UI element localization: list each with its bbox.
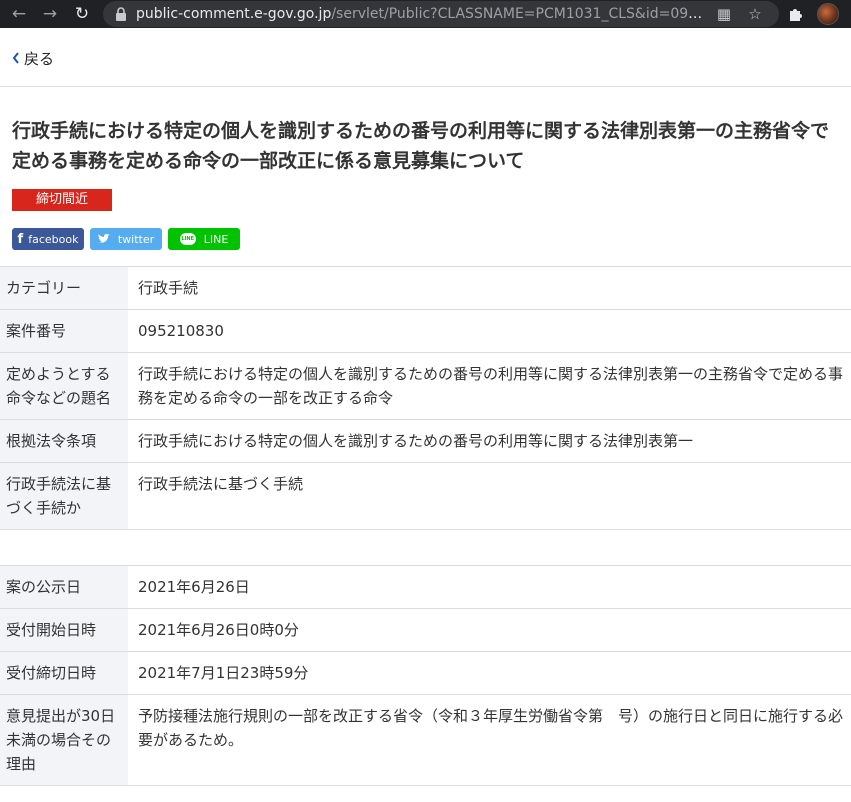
url-host: public-comment.e-gov.go.jp <box>136 6 332 22</box>
row-value: 095210830 <box>128 309 851 353</box>
row-label: 行政手続法に基づく手続か <box>0 462 128 530</box>
row-label: 根拠法令条項 <box>0 419 128 463</box>
schedule-info-table: 案の公示日 2021年6月26日 受付開始日時 2021年6月26日0時0分 受… <box>0 565 851 786</box>
table-row: 案の公示日 2021年6月26日 <box>0 565 851 609</box>
url-path: /servlet/Public?CLASSNAME=PCM1031_CLS&id… <box>331 6 706 22</box>
twitter-share-button[interactable]: twitter <box>90 228 162 250</box>
row-label: 意見提出が30日未満の場合その理由 <box>0 694 128 786</box>
row-label: 案の公示日 <box>0 565 128 609</box>
row-value: 行政手続における特定の個人を識別するための番号の利用等に関する法律別表第一の主務… <box>128 352 851 420</box>
line-label: LINE <box>203 232 229 246</box>
row-label: 定めようとする命令などの題名 <box>0 352 128 420</box>
row-label: カテゴリー <box>0 266 128 310</box>
row-value: 行政手続法に基づく手続 <box>128 462 851 530</box>
browser-toolbar: ← → ↻ public-comment.e-gov.go.jp/servlet… <box>0 0 851 28</box>
row-label: 案件番号 <box>0 309 128 353</box>
row-value: 行政手続における特定の個人を識別するための番号の利用等に関する法律別表第一 <box>128 419 851 463</box>
table-row: 定めようとする命令などの題名 行政手続における特定の個人を識別するための番号の利… <box>0 352 851 420</box>
url-text[interactable]: public-comment.e-gov.go.jp/servlet/Publi… <box>136 5 706 23</box>
row-value: 2021年6月26日 <box>128 565 851 609</box>
table-row: 行政手続法に基づく手続か 行政手続法に基づく手続 <box>0 462 851 530</box>
table-row: 根拠法令条項 行政手続における特定の個人を識別するための番号の利用等に関する法律… <box>0 419 851 463</box>
row-label: 受付締切日時 <box>0 651 128 695</box>
line-icon: LINE <box>179 233 196 245</box>
table-row: カテゴリー 行政手続 <box>0 266 851 310</box>
qr-code-icon[interactable]: ▦ <box>715 5 733 23</box>
back-label: 戻る <box>24 49 55 68</box>
table-row: 意見提出が30日未満の場合その理由 予防接種法施行規則の一部を改正する省令（令和… <box>0 694 851 786</box>
forward-arrow-icon[interactable]: → <box>39 3 61 25</box>
twitter-bird-icon <box>97 234 110 243</box>
divider <box>0 86 851 87</box>
row-label: 受付開始日時 <box>0 608 128 652</box>
profile-avatar[interactable] <box>817 3 839 25</box>
row-value: 予防接種法施行規則の一部を改正する省令（令和３年厚生労働省令第 号）の施行日と同… <box>128 694 851 786</box>
facebook-share-button[interactable]: f facebook <box>12 228 84 250</box>
table-row: 受付締切日時 2021年7月1日23時59分 <box>0 651 851 695</box>
case-info-table: カテゴリー 行政手続 案件番号 095210830 定めようとする命令などの題名… <box>0 266 851 530</box>
deadline-badge: 締切間近 <box>12 189 112 211</box>
page-title: 行政手続における特定の個人を識別するための番号の利用等に関する法律別表第一の主務… <box>12 120 830 172</box>
table-row: 受付開始日時 2021年6月26日0時0分 <box>0 608 851 652</box>
facebook-icon: f <box>17 231 24 247</box>
chevron-left-icon <box>12 52 19 64</box>
twitter-label: twitter <box>117 232 155 246</box>
row-value: 2021年7月1日23時59分 <box>128 651 851 695</box>
extensions-puzzle-icon[interactable] <box>786 4 806 24</box>
facebook-label: facebook <box>28 232 79 246</box>
bookmark-star-icon[interactable]: ☆ <box>746 5 764 23</box>
line-share-button[interactable]: LINE LINE <box>168 228 240 250</box>
row-value: 行政手続 <box>128 266 851 310</box>
row-value: 2021年6月26日0時0分 <box>128 608 851 652</box>
lock-icon <box>116 7 126 21</box>
reload-icon[interactable]: ↻ <box>71 3 93 25</box>
back-link[interactable]: 戻る <box>11 48 54 68</box>
address-bar[interactable]: public-comment.e-gov.go.jp/servlet/Publi… <box>103 1 779 27</box>
back-arrow-icon[interactable]: ← <box>8 3 30 25</box>
table-row: 案件番号 095210830 <box>0 309 851 353</box>
